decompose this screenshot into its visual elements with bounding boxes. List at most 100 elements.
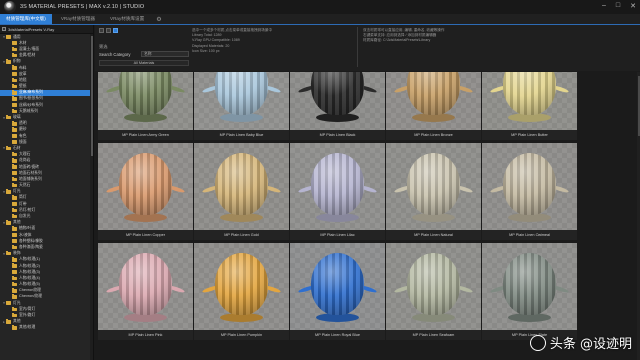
material-preview[interactable] — [98, 72, 193, 130]
material-preview[interactable] — [194, 72, 289, 130]
tab-material-library[interactable]: 材质管理库(中文版) — [0, 14, 52, 24]
hint-line: 材质库路径: C:\3dsMaterialPresets\Library — [363, 38, 431, 43]
tab-vray-library-settings[interactable]: VRay材质库设置 — [104, 14, 150, 24]
tree-item-label: 灯带 — [19, 201, 27, 206]
material-card[interactable]: MP Plain Linen Copper — [98, 143, 193, 240]
folder-icon — [12, 325, 17, 330]
material-card[interactable]: MP Plain Linen Oatmeal — [482, 143, 577, 240]
tree-item-label: 其他 — [13, 220, 21, 225]
material-preview[interactable] — [386, 72, 481, 130]
info-line: Icon Size: 100 px — [192, 48, 220, 53]
folder-icon — [6, 34, 11, 39]
folder-icon — [12, 139, 17, 145]
material-card[interactable]: MP Plain Linen Pink — [98, 243, 193, 340]
material-card[interactable]: MP Plain Linen Army Green — [98, 72, 193, 140]
title-bar: 3S MATERIAL PRESETS | MAX v.2.10 | STUDI… — [0, 0, 640, 14]
folder-icon — [12, 53, 17, 58]
material-card[interactable]: MP Plain Linen Royal Blue — [290, 243, 385, 340]
folder-icon — [6, 251, 11, 256]
folder-icon — [12, 96, 17, 101]
material-preview[interactable] — [482, 243, 577, 330]
material-name: MP Plain Linen Bronze — [386, 130, 481, 140]
tree-item-label: 布料 — [19, 65, 27, 70]
material-preview[interactable] — [386, 243, 481, 330]
window-controls: – □ ✕ — [602, 2, 636, 10]
folder-icon — [6, 115, 11, 120]
maximize-icon[interactable]: □ — [616, 2, 620, 10]
folder-icon — [12, 201, 17, 206]
material-preview[interactable] — [386, 143, 481, 230]
toolbar-info-panel: 筛选 Search Category 名称 All Materials 选中一个… — [95, 25, 640, 71]
folder-icon — [12, 90, 17, 95]
minimize-icon[interactable]: – — [602, 2, 606, 10]
folder-icon — [12, 127, 17, 132]
tree-item-label: 丝绸/纱布系列 — [19, 102, 43, 107]
folder-icon — [6, 189, 11, 194]
material-preview[interactable] — [98, 243, 193, 330]
tab-strip: 材质管理库(中文版) VRay材质管理器 VRay材质库设置 ⚙ — [0, 14, 640, 25]
folder-icon — [6, 59, 11, 64]
material-card[interactable]: MP Plain Linen Gold — [194, 143, 289, 240]
tree-root-checkbox[interactable] — [2, 27, 6, 31]
grid-view-icon[interactable] — [113, 28, 118, 33]
tree-root[interactable]: 3dsMaterialPresets V-Ray — [0, 25, 93, 34]
tree-item[interactable]: 其他/纹理 — [0, 325, 93, 331]
material-card[interactable]: MP Plain Linen Seafoam — [386, 243, 481, 340]
tree-scrollbar[interactable] — [90, 34, 93, 360]
tree-scrollbar-thumb[interactable] — [90, 36, 93, 156]
material-preview[interactable] — [98, 143, 193, 230]
material-preview[interactable] — [194, 143, 289, 230]
folder-icon — [12, 306, 17, 312]
material-preview[interactable] — [482, 72, 577, 130]
list-view-icon[interactable] — [99, 28, 104, 33]
folder-icon — [12, 108, 17, 114]
material-card[interactable]: MP Plain Linen Baby Blue — [194, 72, 289, 140]
close-icon[interactable]: ✕ — [630, 2, 636, 10]
folder-icon — [12, 226, 17, 231]
material-sphere — [215, 253, 268, 315]
tree-item-label: 吊灯/射灯 — [19, 207, 36, 212]
material-sphere — [215, 72, 268, 115]
material-name: MP Plain Linen Baby Blue — [194, 130, 289, 140]
app-logo-icon — [4, 1, 16, 13]
tree-item-label: 地面石材系列 — [19, 170, 42, 175]
material-card[interactable]: MP Plain Linen Lilac — [290, 143, 385, 240]
material-preview[interactable] — [482, 143, 577, 230]
tree-item-label: 金属/铝材 — [19, 53, 36, 58]
tree-item-label: 其他/纹理 — [19, 325, 36, 330]
watermark-text: 头条 @设迹明 — [549, 337, 632, 352]
material-card[interactable]: MP Plain Linen Natural — [386, 143, 481, 240]
tab-vray-material-manager[interactable]: VRay材质管理器 — [55, 14, 101, 24]
material-sphere — [503, 253, 556, 315]
material-sphere — [311, 153, 364, 215]
category-tree: 3dsMaterialPresets V-Ray ▾ 通用 木材 混凝土/墙面 金属/铝… — [0, 25, 94, 360]
folder-icon — [12, 263, 17, 268]
tree-item-label: 有色 — [19, 133, 27, 138]
grid-scrollbar-thumb[interactable] — [637, 76, 640, 136]
material-card[interactable]: MP Plain Linen Butter — [482, 72, 577, 140]
material-sphere — [311, 72, 364, 115]
folder-icon — [12, 164, 17, 169]
material-preview[interactable] — [194, 243, 289, 330]
material-filter-select[interactable]: All Materials — [99, 60, 189, 66]
folder-icon — [12, 183, 17, 188]
material-name: MP Plain Linen Army Green — [98, 130, 193, 140]
material-sphere — [503, 72, 556, 115]
material-card[interactable]: MP Plain Linen Black — [290, 72, 385, 140]
tree-item-label: 石材 — [13, 145, 21, 150]
app-title: 3S MATERIAL PRESETS | MAX v.2.10 | STUDI… — [20, 4, 145, 10]
material-preview[interactable] — [290, 72, 385, 130]
detail-view-icon[interactable] — [106, 28, 111, 33]
view-toolbar — [99, 28, 118, 33]
material-card[interactable]: MP Plain Linen Slate — [482, 243, 577, 340]
tree-item-label: 灯光 — [13, 189, 21, 194]
tree-item-label: 镜面 — [19, 139, 27, 144]
material-card[interactable]: MP Plain Linen Bronze — [386, 72, 481, 140]
tree-item-label: 壁纸 — [19, 84, 27, 89]
search-input[interactable]: 名称 — [141, 51, 189, 57]
material-card[interactable]: MP Plain Linen Pumpkin — [194, 243, 289, 340]
material-preview[interactable] — [290, 243, 385, 330]
material-preview[interactable] — [290, 143, 385, 230]
material-sphere — [119, 153, 172, 215]
gear-icon[interactable]: ⚙ — [153, 14, 164, 24]
